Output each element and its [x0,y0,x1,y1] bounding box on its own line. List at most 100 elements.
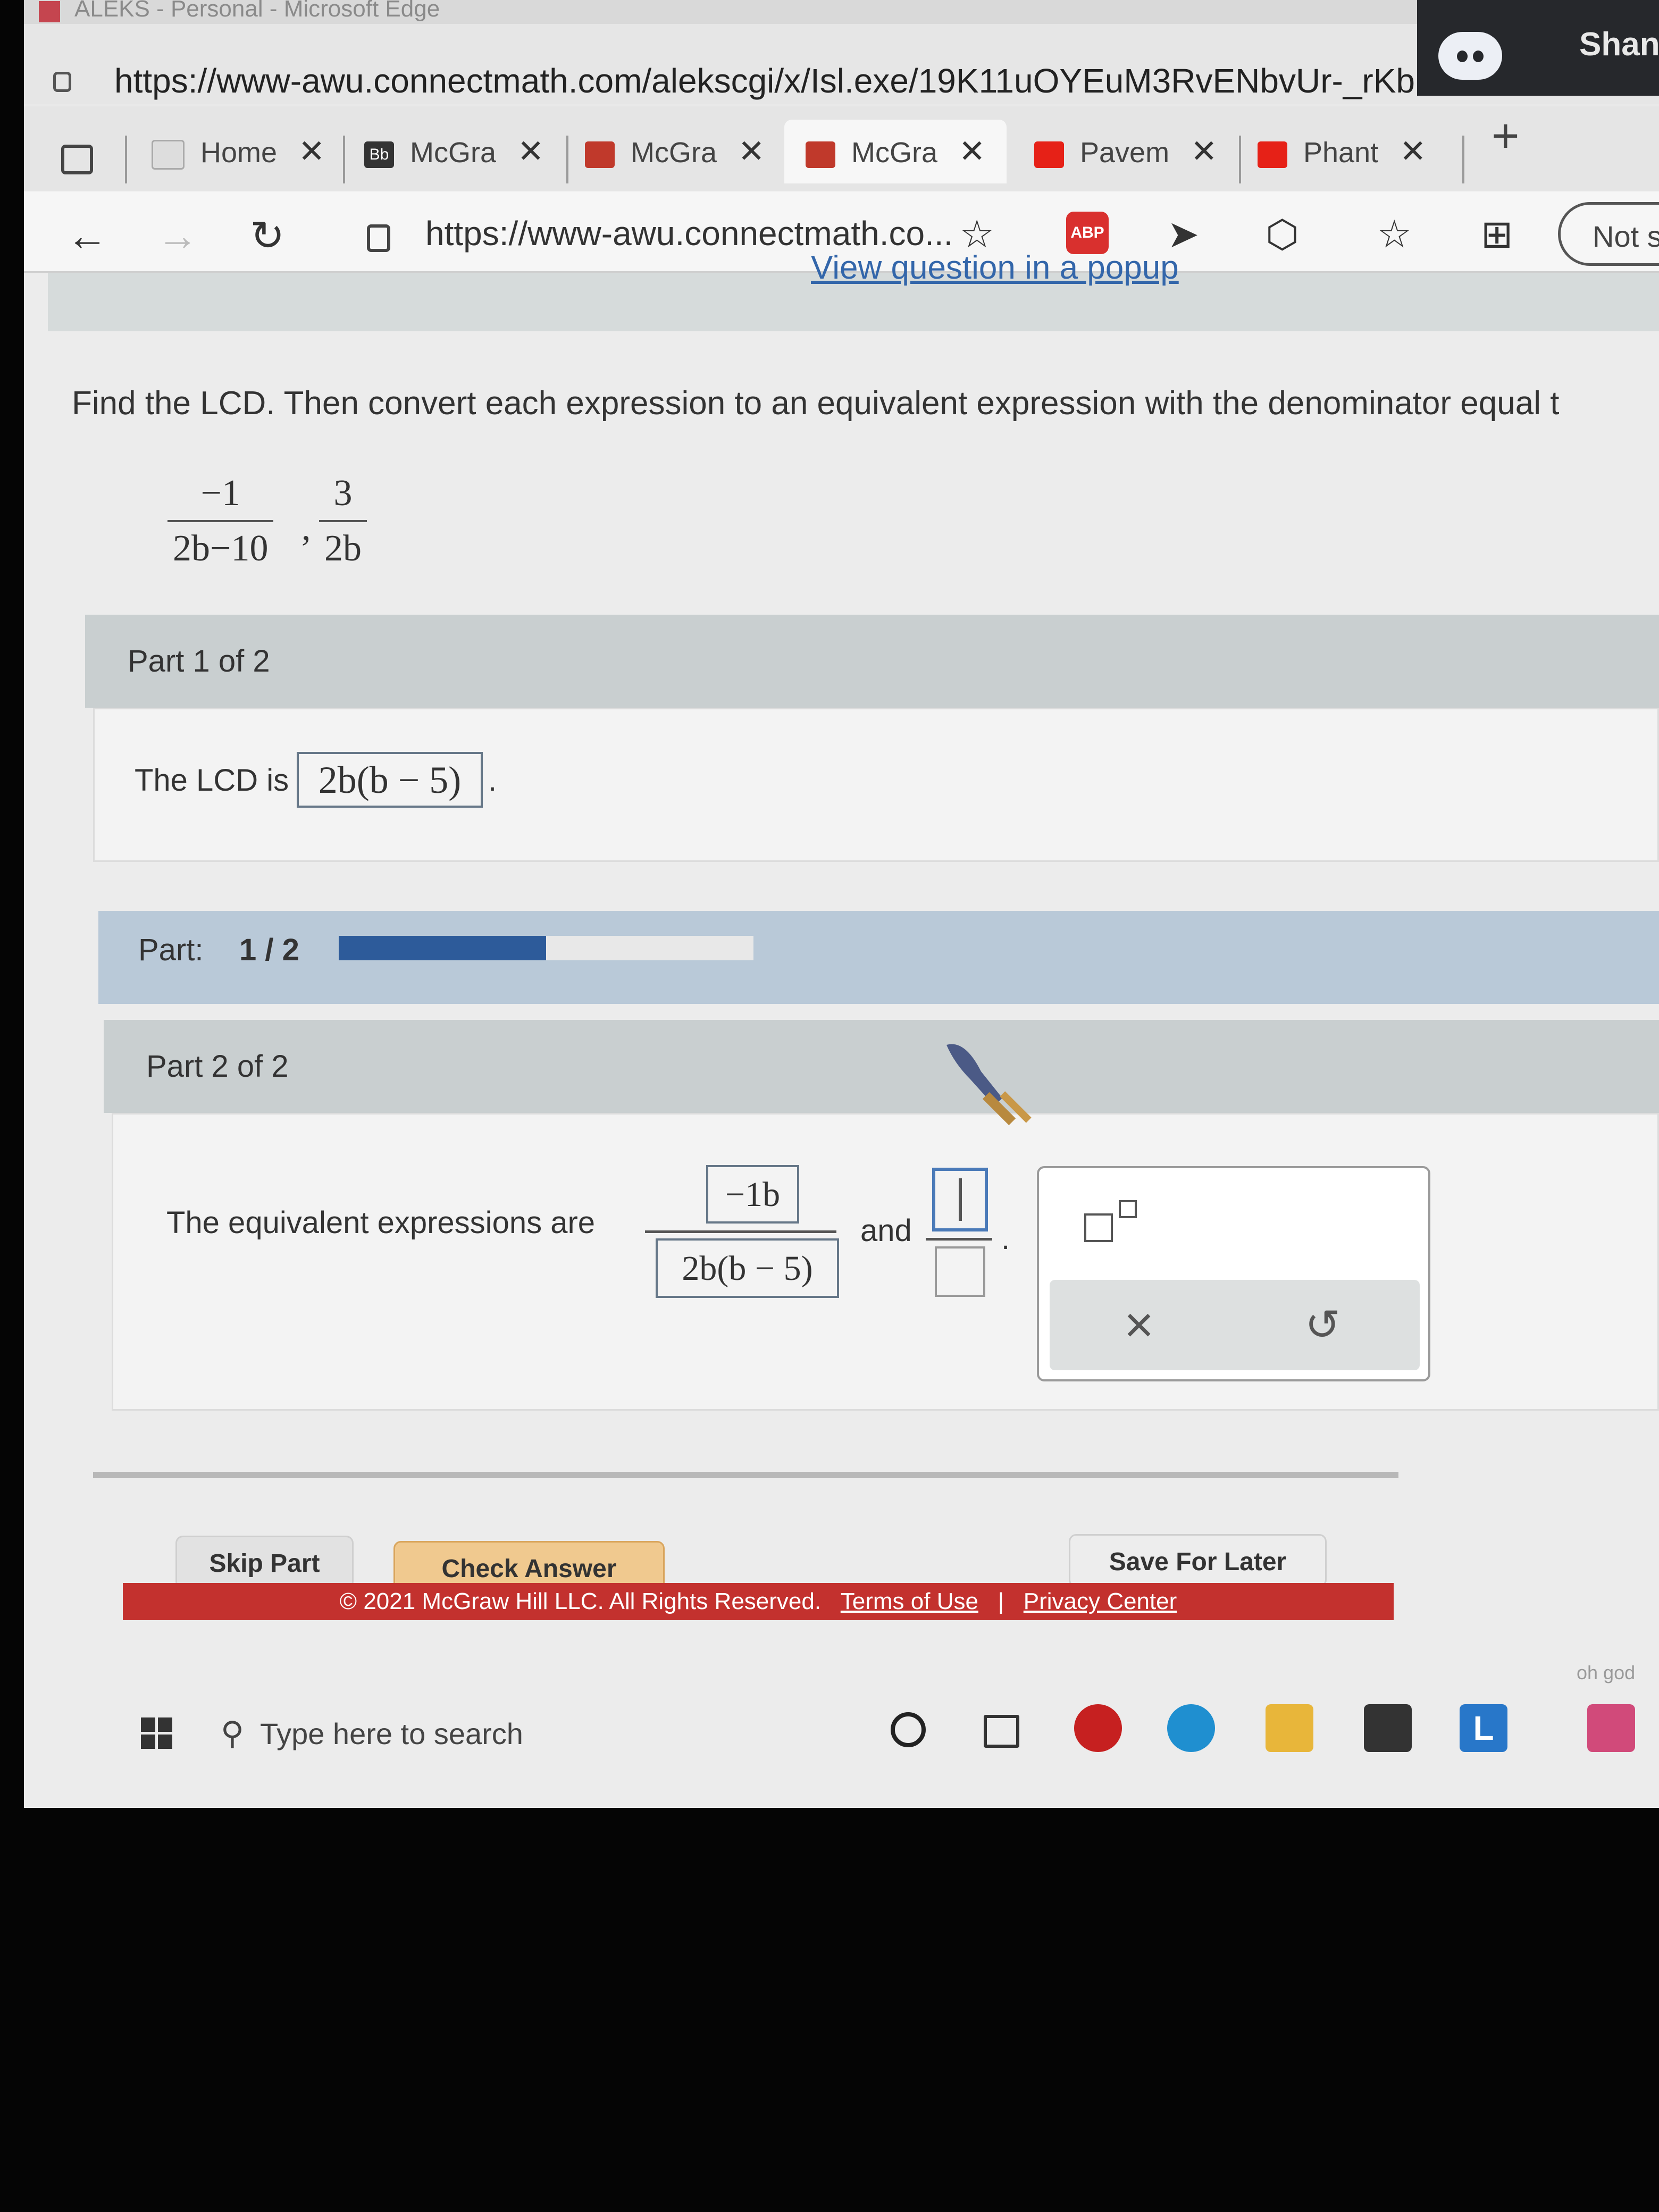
text-cursor-icon [958,1178,962,1221]
math-keypad: × ↺ [1037,1166,1430,1381]
denominator-2-input[interactable] [935,1246,985,1297]
adblock-icon[interactable]: ABP [1066,212,1109,254]
tab-label: McGra [631,137,717,169]
app-url[interactable]: https://www-awu.connectmath.com/alekscgi… [114,61,1506,100]
l-app-icon[interactable]: L [1460,1704,1507,1752]
mcgraw-hill-icon [585,141,615,168]
app-icon[interactable] [1587,1704,1635,1752]
progress-label: Part: [138,933,204,967]
expression-2-numerator: 3 [333,473,353,514]
close-icon[interactable]: ✕ [959,133,985,169]
part2-header: Part 2 of 2 [104,1020,1659,1113]
close-icon[interactable]: ✕ [517,133,544,169]
extensions-icon[interactable]: ⬡ [1266,212,1299,256]
blackboard-icon: Bb [364,141,394,168]
numerator-2-input[interactable] [932,1168,988,1231]
copyright-text: © 2021 McGraw Hill LLC. All Rights Reser… [339,1588,822,1614]
aleks-app-icon [39,1,60,22]
numerator-1-box[interactable]: −1b [706,1165,799,1224]
expression-1-numerator: −1 [200,473,240,514]
expression-1: −1 2b−10 [167,472,274,570]
lcd-answer-box[interactable]: 2b(b − 5) [297,752,483,808]
windows-start-icon[interactable] [141,1717,173,1749]
tab-youtube-pavement[interactable]: Pavem ✕ [1034,120,1217,183]
tab-label: McGra [410,137,496,169]
question-header: View question in a popup [48,249,1659,331]
terms-of-use-link[interactable]: Terms of Use [841,1588,978,1614]
tab-mcgraw-active[interactable]: McGra ✕ [784,120,1007,183]
tab-divider [566,136,568,183]
lock-icon[interactable] [367,224,390,252]
youtube-icon [1258,141,1287,168]
tab-label: Phant [1303,137,1379,169]
profile-name: Shanti [1579,26,1659,63]
collections-icon[interactable]: ⊞ [1481,212,1513,256]
new-tab-button[interactable]: + [1492,109,1520,164]
tab-mcgraw-blackboard[interactable]: Bb McGra ✕ [364,120,544,183]
tab-actions-icon[interactable] [61,145,93,174]
edge-icon[interactable] [1167,1704,1215,1752]
tab-divider [1462,136,1464,183]
tab-bar: Home ✕ Bb McGra ✕ McGra ✕ McGra ✕ Pavem ✕ Phan… [24,106,1659,191]
part2-heading: Part 2 of 2 [146,1049,289,1084]
discord-overlay: Shanti [1417,0,1659,96]
profile-button[interactable]: Not s [1558,202,1659,266]
superscript-button[interactable] [1084,1213,1113,1242]
progress-value: 1 / 2 [239,933,299,967]
file-explorer-icon[interactable] [1266,1704,1313,1752]
fraction-bar [167,520,274,522]
close-icon[interactable]: ✕ [1400,133,1426,169]
progress-fill [339,936,546,960]
refresh-icon[interactable]: ↻ [250,212,284,260]
window-titlebar: ALEKS - Personal - Microsoft Edge [24,0,1659,24]
keypad-action-tray: × ↺ [1050,1280,1420,1370]
favorites-icon[interactable]: ☆ [1377,212,1412,256]
forward-icon[interactable]: → [157,212,198,260]
task-view-icon[interactable] [984,1715,1019,1748]
search-icon: ⚲ [221,1715,244,1751]
aleks-page: View question in a popup Find the LCD. T… [24,249,1659,1677]
cortana-icon[interactable] [891,1712,926,1747]
page-icon [152,139,185,170]
progress-bar [339,936,753,960]
corner-text: oh god [1577,1662,1636,1683]
mcgraw-hill-icon [806,141,835,168]
taskbar-search[interactable]: ⚲ Type here to search [221,1696,885,1771]
tab-youtube-phantom[interactable]: Phant ✕ [1258,120,1426,183]
tab-divider [1239,136,1241,183]
expression-separator: , [301,507,311,548]
youtube-icon [1034,141,1064,168]
back-icon[interactable]: ← [66,212,108,260]
discord-icon[interactable] [1438,32,1502,80]
expression-1-denominator: 2b−10 [173,528,269,569]
part1-heading: Part 1 of 2 [128,644,270,678]
close-icon[interactable]: ✕ [1191,133,1217,169]
lcd-period: . [488,763,497,798]
view-popup-link[interactable]: View question in a popup [811,249,1179,287]
tab-label: McGra [851,137,937,169]
apple-icon[interactable] [1074,1704,1122,1752]
lock-icon [53,72,71,92]
address-bar[interactable]: https://www-awu.connectmath.co... [425,214,953,253]
footer-divider: | [998,1588,1004,1614]
store-icon[interactable] [1364,1704,1412,1752]
content-divider [93,1472,1398,1478]
privacy-center-link[interactable]: Privacy Center [1024,1588,1177,1614]
expression-2: 3 2b [319,472,367,570]
close-icon[interactable]: ✕ [738,133,765,169]
tab-mcgraw[interactable]: McGra ✕ [585,120,765,183]
tab-label: Home [200,137,278,169]
close-icon[interactable]: ✕ [298,133,325,169]
tab-divider [125,136,127,183]
expression-2-denominator: 2b [324,528,362,569]
tab-label: Pavem [1080,137,1170,169]
and-label: and [860,1213,912,1248]
tab-home[interactable]: Home ✕ [152,120,325,183]
clear-button[interactable]: × [1124,1296,1154,1354]
save-for-later-button[interactable]: Save For Later [1069,1534,1327,1587]
denominator-1-box[interactable]: 2b(b − 5) [656,1238,839,1298]
search-placeholder: Type here to search [259,1717,523,1750]
skip-part-button[interactable]: Skip Part [175,1536,354,1589]
part1-body: The LCD is 2b(b − 5) . [93,708,1659,862]
undo-button[interactable]: ↺ [1305,1300,1340,1350]
